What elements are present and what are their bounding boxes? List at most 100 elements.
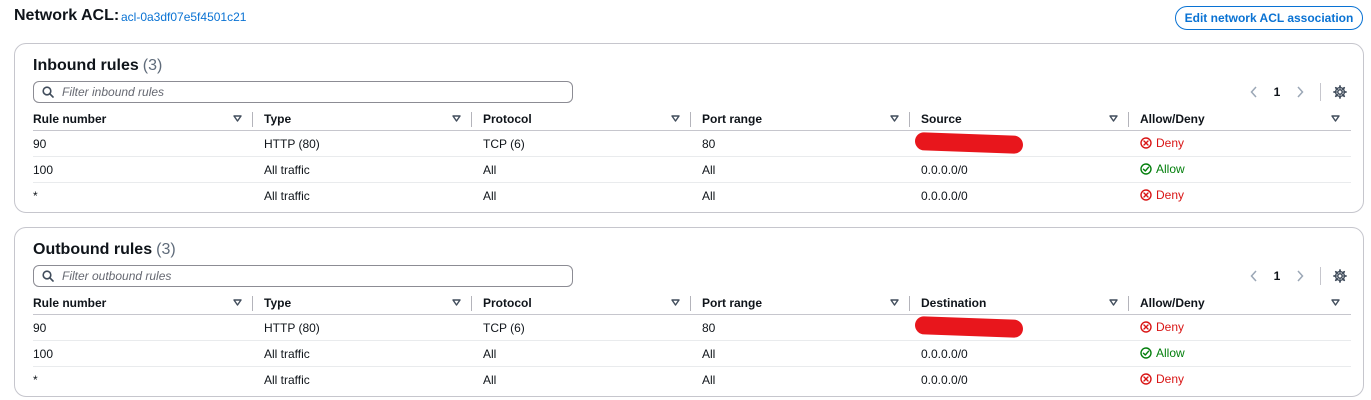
status-indicator: Allow bbox=[1140, 162, 1185, 176]
allow-deny-cell: Deny bbox=[1129, 372, 1351, 388]
rule-number-cell: 90 bbox=[33, 136, 47, 151]
column-header-type[interactable]: Type bbox=[253, 291, 472, 314]
port-range-cell: 80 bbox=[702, 320, 716, 335]
caret-down-icon[interactable] bbox=[1331, 299, 1341, 306]
status-text: Deny bbox=[1156, 319, 1185, 334]
column-header-source[interactable]: Source bbox=[910, 107, 1129, 130]
status-text: Deny bbox=[1156, 372, 1185, 386]
page-title: Network ACL: bbox=[14, 7, 120, 24]
protocol-cell: TCP (6) bbox=[483, 136, 525, 151]
column-header-port-range[interactable]: Port range bbox=[691, 107, 910, 130]
table-row: * All traffic All All 0.0.0.0/0 Deny bbox=[33, 183, 1351, 209]
edit-acl-association-button[interactable]: Edit network ACL association bbox=[1175, 6, 1363, 30]
type-cell: All traffic bbox=[264, 189, 310, 203]
address-cell: 0.0.0.0/0 bbox=[921, 346, 968, 361]
allow-deny-cell: Allow bbox=[1129, 162, 1351, 178]
rule-number-cell: 100 bbox=[33, 346, 54, 361]
table-row: 90 HTTP (80) TCP (6) 80 Deny bbox=[33, 315, 1351, 341]
port-range-cell: All bbox=[702, 162, 716, 177]
gear-icon[interactable] bbox=[1331, 267, 1349, 285]
address-column-cell bbox=[910, 132, 1129, 155]
page-header: Network ACL: acl-0a3df07e5f4501c21 Edit … bbox=[14, 6, 1363, 30]
outbound-rules-count: (3) bbox=[156, 241, 176, 258]
protocol-cell: All bbox=[483, 346, 497, 361]
status-indicator: Allow bbox=[1140, 346, 1185, 360]
chevron-left-icon[interactable] bbox=[1246, 84, 1262, 100]
outbound-filter[interactable] bbox=[33, 265, 573, 287]
address-cell: 0.0.0.0/0 bbox=[921, 162, 968, 177]
allow-deny-cell: Deny bbox=[1129, 320, 1351, 336]
type-cell: All traffic bbox=[264, 346, 310, 361]
table-row: * All traffic All All 0.0.0.0/0 Deny bbox=[33, 367, 1351, 393]
column-header-type[interactable]: Type bbox=[253, 107, 472, 130]
acl-id-link[interactable]: acl-0a3df07e5f4501c21 bbox=[121, 10, 246, 24]
caret-down-icon[interactable] bbox=[233, 115, 243, 122]
type-cell: HTTP (80) bbox=[264, 136, 320, 151]
caret-down-icon[interactable] bbox=[233, 299, 243, 306]
caret-down-icon[interactable] bbox=[1331, 115, 1341, 122]
check-circle-icon bbox=[1140, 346, 1152, 359]
caret-down-icon[interactable] bbox=[671, 115, 681, 122]
status-text: Deny bbox=[1156, 188, 1185, 202]
table-header: Rule number Type Protocol Port range Des… bbox=[33, 291, 1351, 315]
outbound-page-number[interactable]: 1 bbox=[1262, 269, 1292, 283]
rule-number-cell: * bbox=[33, 189, 38, 203]
caret-down-icon[interactable] bbox=[671, 299, 681, 306]
protocol-cell: All bbox=[483, 373, 497, 387]
rule-number-cell: 100 bbox=[33, 162, 54, 177]
caret-down-icon[interactable] bbox=[890, 115, 900, 122]
column-header-port-range[interactable]: Port range bbox=[691, 291, 910, 314]
caret-down-icon[interactable] bbox=[452, 299, 462, 306]
port-range-cell: All bbox=[702, 189, 716, 203]
status-indicator: Deny bbox=[1140, 320, 1184, 334]
table-header: Rule number Type Protocol Port range Sou… bbox=[33, 107, 1351, 131]
status-indicator: Deny bbox=[1140, 372, 1184, 386]
rule-number-cell: 90 bbox=[33, 320, 47, 335]
inbound-filter-input[interactable] bbox=[62, 85, 542, 99]
caret-down-icon[interactable] bbox=[890, 299, 900, 306]
column-header-protocol[interactable]: Protocol bbox=[472, 107, 691, 130]
column-header-rule-number[interactable]: Rule number bbox=[33, 291, 253, 314]
column-header-allow-deny[interactable]: Allow/Deny bbox=[1129, 291, 1351, 314]
port-range-cell: All bbox=[702, 373, 716, 387]
column-header-allow-deny[interactable]: Allow/Deny bbox=[1129, 107, 1351, 130]
inbound-rules-title: Inbound rules bbox=[33, 57, 139, 74]
caret-down-icon[interactable] bbox=[452, 115, 462, 122]
allow-deny-cell: Deny bbox=[1129, 136, 1351, 152]
table-body: 90 HTTP (80) TCP (6) 80 Deny 100 All traffic Al… bbox=[33, 131, 1351, 209]
table-body: 90 HTTP (80) TCP (6) 80 Deny 100 All traffic Al… bbox=[33, 315, 1351, 393]
gear-icon[interactable] bbox=[1331, 83, 1349, 101]
protocol-cell: All bbox=[483, 162, 497, 177]
address-column-cell: 0.0.0.0/0 bbox=[910, 347, 1129, 361]
outbound-filter-input[interactable] bbox=[62, 269, 542, 283]
column-header-destination[interactable]: Destination bbox=[910, 291, 1129, 314]
chevron-right-icon[interactable] bbox=[1292, 84, 1308, 100]
protocol-cell: All bbox=[483, 189, 497, 203]
table-row: 100 All traffic All All 0.0.0.0/0 Allow bbox=[33, 157, 1351, 183]
inbound-filter[interactable] bbox=[33, 81, 573, 103]
chevron-right-icon[interactable] bbox=[1292, 268, 1308, 284]
redacted-address bbox=[915, 132, 1023, 154]
inbound-page-number[interactable]: 1 bbox=[1262, 85, 1292, 99]
column-header-protocol[interactable]: Protocol bbox=[472, 291, 691, 314]
search-icon bbox=[42, 86, 54, 98]
type-cell: All traffic bbox=[264, 162, 310, 177]
x-circle-icon bbox=[1140, 136, 1152, 149]
inbound-rules-table: Rule number Type Protocol Port range Sou… bbox=[33, 107, 1351, 209]
port-range-cell: 80 bbox=[702, 136, 716, 151]
outbound-rules-title: Outbound rules bbox=[33, 241, 153, 258]
caret-down-icon[interactable] bbox=[1109, 299, 1119, 306]
inbound-pagination: 1 bbox=[1246, 81, 1349, 103]
port-range-cell: All bbox=[702, 346, 716, 361]
caret-down-icon[interactable] bbox=[1109, 115, 1119, 122]
status-indicator: Deny bbox=[1140, 136, 1184, 150]
chevron-left-icon[interactable] bbox=[1246, 268, 1262, 284]
rule-number-cell: * bbox=[33, 373, 38, 387]
column-header-rule-number[interactable]: Rule number bbox=[33, 107, 253, 130]
redacted-address bbox=[915, 316, 1023, 338]
address-cell: 0.0.0.0/0 bbox=[921, 189, 968, 203]
outbound-rules-panel: Outbound rules(3) 1 Rule number Type Pro… bbox=[14, 227, 1364, 397]
pager-divider bbox=[1320, 83, 1321, 101]
inbound-rules-heading: Inbound rules (3) bbox=[33, 57, 162, 75]
address-cell: 0.0.0.0/0 bbox=[921, 373, 968, 387]
